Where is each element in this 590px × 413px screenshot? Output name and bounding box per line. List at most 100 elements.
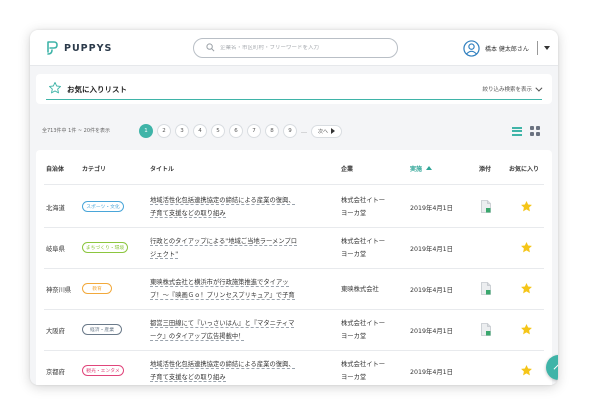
search-input[interactable] — [220, 45, 390, 51]
logo[interactable]: PUPPYS — [46, 40, 112, 56]
company-line: 株式会社イトー — [341, 360, 386, 368]
star-filled-icon[interactable] — [520, 200, 533, 213]
date-cell: 2019年4月1日 — [410, 327, 453, 335]
star-filled-icon[interactable] — [520, 364, 533, 377]
date-cell: 2019年4月1日 — [410, 204, 453, 212]
company-cell: 株式会社イトー ヨーカ堂 — [341, 358, 405, 384]
user-menu[interactable]: 橋本 健太郎さん — [463, 38, 550, 58]
chevron-up-icon — [553, 363, 558, 374]
page-button[interactable]: 9 — [283, 124, 297, 138]
results-table: 自治体 カテゴリ タイトル 企業 実施 添付 お気に入り 北海道 スポーツ・文化地… — [36, 150, 552, 385]
divider — [44, 309, 544, 310]
date-cell: 2019年4月1日 — [410, 245, 453, 253]
page-button[interactable]: 7 — [247, 124, 261, 138]
category-badge[interactable]: 観光・エンタメ — [82, 364, 124, 376]
result-count: 全713件中 1件 ~ 20件を表示 — [42, 128, 111, 134]
category-badge[interactable]: 教育 — [82, 282, 112, 294]
view-toggle — [512, 126, 540, 136]
header-municipality[interactable]: 自治体 — [46, 164, 64, 173]
chevron-down-icon — [535, 84, 543, 92]
user-avatar-icon — [463, 39, 480, 57]
company-line: 株式会社イトー — [341, 237, 386, 245]
municipality-cell: 大阪府 — [46, 327, 65, 335]
puppys-logo-icon — [47, 41, 58, 55]
header-attachment[interactable]: 添付 — [479, 164, 491, 173]
next-page-button[interactable]: 次へ — [311, 124, 343, 138]
page-button[interactable]: 3 — [175, 124, 189, 138]
company-line: ヨーカ堂 — [341, 250, 367, 258]
page-button[interactable]: 6 — [229, 124, 243, 138]
page-button[interactable]: 5 — [211, 124, 225, 138]
header-date-label: 実施 — [410, 166, 423, 173]
company-line: ヨーカ堂 — [341, 373, 367, 381]
title-link[interactable]: 都営三田線にて『いっさいはん』と『マタニティマ ーク』のタイアップ広告掲載中！ — [150, 317, 328, 343]
divider — [44, 268, 544, 269]
title-line: 地域活性化包括連携協定の締結による産業の復興、 — [150, 196, 295, 205]
divider — [44, 227, 544, 228]
company-line: 東映株式会社 — [341, 285, 379, 293]
pagination-bar: 全713件中 1件 ~ 20件を表示 1 2 3 4 5 6 7 8 9 … 次へ — [42, 124, 554, 138]
company-line: ヨーカ堂 — [341, 332, 367, 340]
document-icon[interactable] — [481, 199, 491, 213]
company-line: 株式会社イトー — [341, 319, 386, 327]
title-link[interactable]: 地域活性化包括連携協定の締結による産業の復興、 子育て支援などの取り組み — [150, 358, 328, 384]
page-button[interactable]: 1 — [139, 124, 153, 138]
header-favorite[interactable]: お気に入り — [509, 164, 539, 173]
search-icon — [206, 43, 215, 52]
title-line: プ！～『映画Ｇｏ！プリンセスプリキュア』で子育 — [150, 291, 295, 300]
search-box[interactable] — [193, 38, 398, 58]
title-line: 子育て支援などの取り組み — [150, 209, 226, 218]
star-filled-icon[interactable] — [520, 282, 533, 295]
municipality-cell: 岐阜県 — [46, 245, 65, 253]
company-cell: 東映株式会社 — [341, 283, 405, 296]
filter-toggle[interactable]: 絞り込み検索を表示 — [482, 84, 543, 93]
document-icon[interactable] — [481, 281, 491, 295]
title-line: ーク』のタイアップ広告掲載中！ — [150, 332, 245, 341]
divider — [536, 41, 538, 55]
municipality-cell: 神奈川県 — [46, 286, 72, 294]
municipality-cell: 北海道 — [46, 204, 65, 212]
play-icon — [331, 128, 336, 134]
grid-view-icon[interactable] — [530, 126, 540, 136]
star-outline-icon — [48, 81, 62, 94]
app-window: PUPPYS 橋本 健太郎さん お気に入りリスト 絞り込み検索を表示 — [30, 30, 558, 385]
pagination: 1 2 3 4 5 6 7 8 9 … 次へ — [139, 124, 343, 138]
title-link[interactable]: 東映株式会社と横浜市が行政施策推進でタイアッ プ！～『映画Ｇｏ！プリンセスプリキュ… — [150, 276, 328, 302]
municipality-cell: 京都府 — [46, 368, 65, 376]
favorites-header: お気に入りリスト 絞り込み検索を表示 — [36, 74, 552, 104]
company-cell: 株式会社イトー ヨーカ堂 — [341, 235, 405, 261]
page-button[interactable]: 2 — [157, 124, 171, 138]
date-cell: 2019年4月1日 — [410, 286, 453, 294]
title-line: 東映株式会社と横浜市が行政施策推進でタイアッ — [150, 278, 289, 287]
divider — [46, 99, 542, 100]
header-date[interactable]: 実施 — [410, 164, 433, 173]
filter-label: 絞り込み検索を表示 — [482, 87, 532, 93]
header-category[interactable]: カテゴリ — [82, 164, 106, 173]
top-bar: PUPPYS 橋本 健太郎さん — [30, 30, 558, 66]
title-line: ジェクト" — [150, 250, 179, 259]
document-icon[interactable] — [481, 322, 491, 336]
page-button[interactable]: 4 — [193, 124, 207, 138]
title-link[interactable]: 行政とのタイアップによる"地域ご当地ラーメンプロ ジェクト" — [150, 235, 328, 261]
company-cell: 株式会社イトー ヨーカ堂 — [341, 194, 405, 220]
title-line: 地域活性化包括連携協定の締結による産業の復興、 — [150, 360, 295, 369]
title-line: 子育て支援などの取り組み — [150, 373, 226, 382]
star-filled-icon[interactable] — [520, 241, 533, 254]
header-title[interactable]: タイトル — [150, 164, 174, 173]
category-badge[interactable]: スポーツ・文化 — [82, 200, 124, 212]
star-filled-icon[interactable] — [520, 323, 533, 336]
company-cell: 株式会社イトー ヨーカ堂 — [341, 317, 405, 343]
category-badge[interactable]: まちづくり・環境 — [82, 241, 128, 253]
header-company[interactable]: 企業 — [341, 164, 353, 173]
title-link[interactable]: 地域活性化包括連携協定の締結による産業の復興、 子育て支援などの取り組み — [150, 194, 328, 220]
page-title: お気に入りリスト — [67, 85, 127, 94]
company-line: ヨーカ堂 — [341, 209, 367, 217]
next-label: 次へ — [318, 128, 329, 135]
title-line: 行政とのタイアップによる"地域ご当地ラーメンプロ — [150, 237, 298, 246]
page-button[interactable]: 8 — [265, 124, 279, 138]
category-badge[interactable]: 経済・産業 — [82, 323, 122, 335]
pagination-ellipsis: … — [301, 127, 307, 135]
title-line: 都営三田線にて『いっさいはん』と『マタニティマ — [150, 319, 295, 328]
list-view-icon[interactable] — [512, 126, 522, 136]
caret-down-icon[interactable] — [543, 46, 550, 50]
